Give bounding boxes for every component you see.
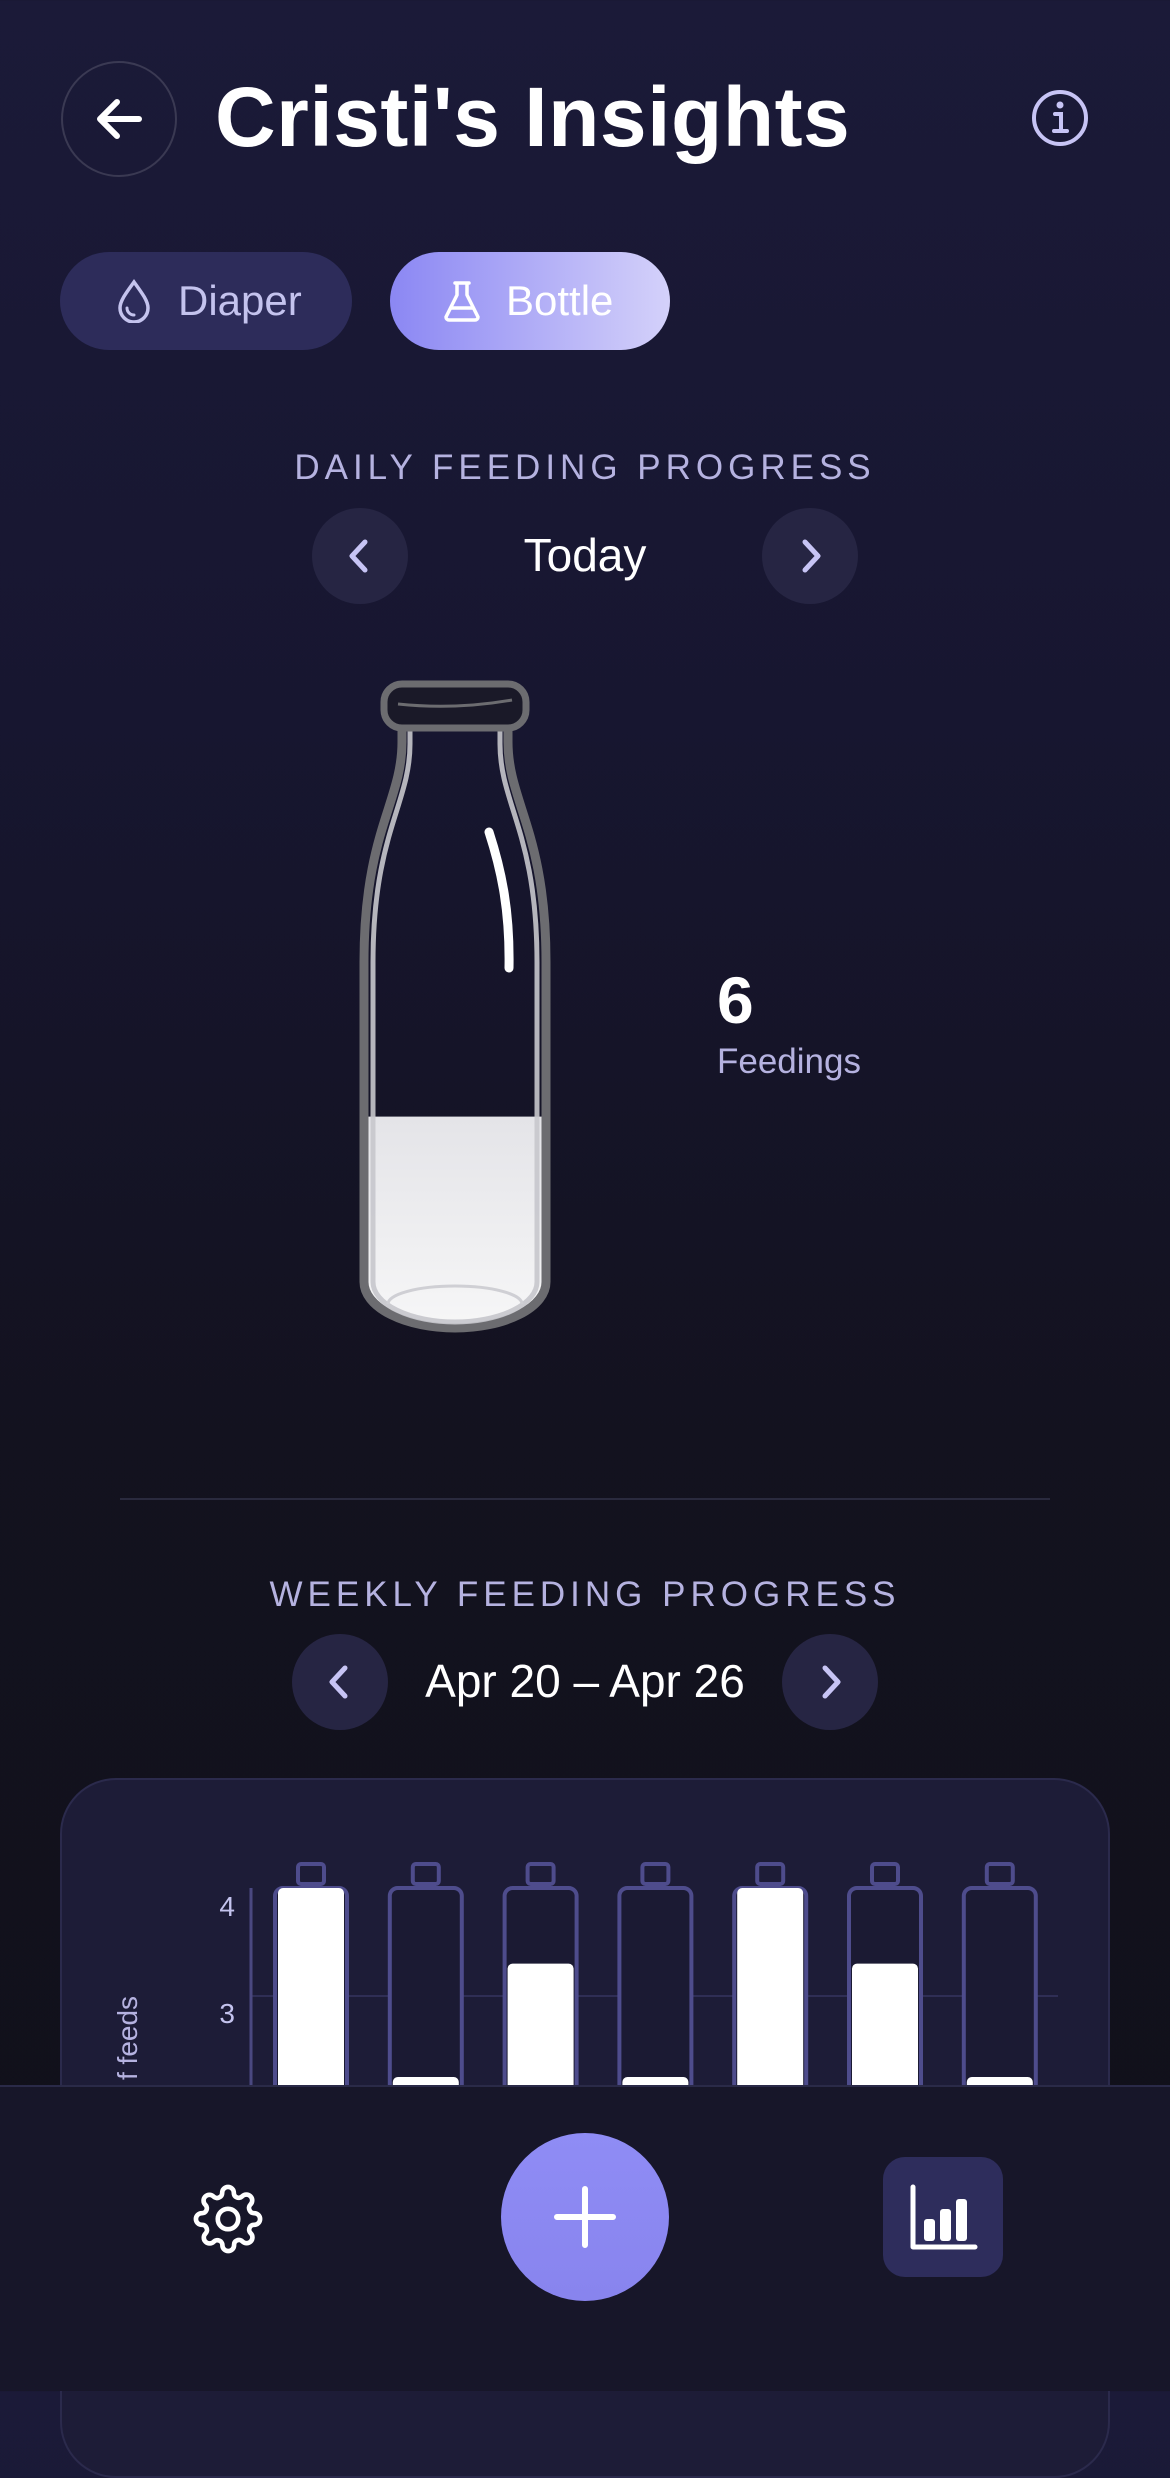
daily-next-button[interactable]: [762, 508, 858, 604]
chevron-right-icon: [802, 539, 821, 573]
stats-button[interactable]: [883, 2157, 1003, 2277]
daily-feed-count: 6: [717, 963, 754, 1037]
tab-diaper[interactable]: Diaper: [60, 252, 352, 350]
tab-bottle-label: Bottle: [506, 277, 614, 324]
bar-cap: [640, 1862, 671, 1886]
settings-button[interactable]: [192, 2183, 264, 2255]
bar-outline: [617, 1886, 694, 2100]
bar-cap: [984, 1862, 1015, 1886]
page-title: Cristi's Insights: [215, 70, 851, 164]
bar: [278, 1888, 344, 2100]
flask-icon: [440, 279, 484, 323]
bar-cap: [410, 1862, 441, 1886]
bar: [737, 1888, 804, 2100]
chevron-right-icon: [822, 1665, 841, 1699]
info-icon: [1032, 90, 1088, 146]
plus-icon: [554, 2186, 616, 2248]
bar-chart-icon: [910, 2184, 978, 2250]
tab-diaper-label: Diaper: [178, 277, 302, 324]
weekly-next-button[interactable]: [782, 1634, 878, 1730]
bar-cap: [870, 1862, 900, 1886]
bar-cap: [296, 1862, 326, 1886]
bar: [507, 1963, 574, 2100]
section-divider: [120, 1498, 1050, 1500]
chevron-left-icon: [329, 1665, 348, 1699]
weekly-section-label: WEEKLY FEEDING PROGRESS: [269, 1575, 901, 1614]
daily-feed-count-label: Feedings: [717, 1042, 861, 1081]
daily-prev-button[interactable]: [312, 508, 408, 604]
bar-cap: [755, 1862, 786, 1886]
bar-outline: [387, 1886, 464, 2100]
chevron-left-icon: [349, 539, 368, 573]
arrow-left-icon: [97, 99, 142, 139]
bar-outline: [961, 1886, 1038, 2100]
daily-section-label: DAILY FEEDING PROGRESS: [294, 448, 876, 487]
bottle-progress: [359, 680, 551, 1333]
add-entry-button[interactable]: [501, 2133, 669, 2301]
droplet-icon: [112, 279, 156, 323]
weekly-period: Apr 20 – Apr 26: [425, 1655, 745, 1707]
weekly-chart: [249, 1862, 1058, 2100]
tab-bottle[interactable]: Bottle: [390, 252, 670, 350]
bar: [852, 1963, 918, 2100]
bar-cap: [525, 1862, 556, 1886]
info-button[interactable]: [1030, 88, 1090, 148]
daily-period: Today: [523, 529, 647, 581]
gear-icon: [193, 2184, 263, 2254]
back-button[interactable]: [61, 61, 177, 177]
weekly-prev-button[interactable]: [292, 1634, 388, 1730]
